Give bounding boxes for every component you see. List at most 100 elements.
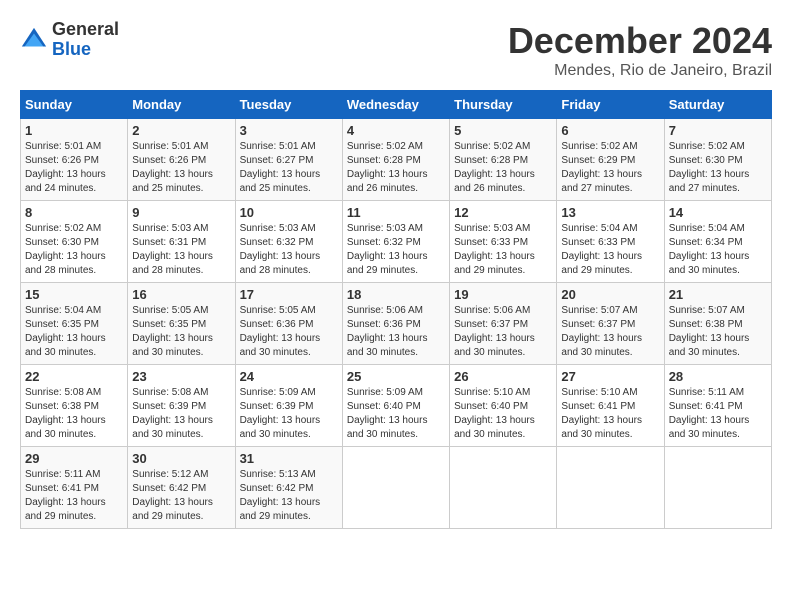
cell-day-number: 19 xyxy=(454,287,552,302)
cell-info: Sunrise: 5:13 AMSunset: 6:42 PMDaylight:… xyxy=(240,468,338,524)
calendar-week-row: 22 Sunrise: 5:08 AMSunset: 6:38 PMDayligh… xyxy=(21,365,772,447)
cell-day-number: 22 xyxy=(25,369,123,384)
calendar-cell: 11 Sunrise: 5:03 AMSunset: 6:32 PMDayligh… xyxy=(342,201,449,283)
calendar-cell: 15 Sunrise: 5:04 AMSunset: 6:35 PMDayligh… xyxy=(21,283,128,365)
calendar-cell: 27 Sunrise: 5:10 AMSunset: 6:41 PMDayligh… xyxy=(557,365,664,447)
calendar-cell: 29 Sunrise: 5:11 AMSunset: 6:41 PMDayligh… xyxy=(21,447,128,529)
cell-info: Sunrise: 5:10 AMSunset: 6:41 PMDaylight:… xyxy=(561,386,659,442)
calendar-cell: 13 Sunrise: 5:04 AMSunset: 6:33 PMDayligh… xyxy=(557,201,664,283)
calendar-week-row: 15 Sunrise: 5:04 AMSunset: 6:35 PMDayligh… xyxy=(21,283,772,365)
calendar-cell: 23Sunrise: 5:08 AMSunset: 6:39 PMDayligh… xyxy=(128,365,235,447)
cell-info: Sunrise: 5:05 AMSunset: 6:36 PMDaylight:… xyxy=(240,304,338,360)
cell-info: Sunrise: 5:09 AMSunset: 6:39 PMDaylight:… xyxy=(240,386,338,442)
cell-day-number: 12 xyxy=(454,205,552,220)
cell-day-number: 31 xyxy=(240,451,338,466)
day-header-tuesday: Tuesday xyxy=(235,91,342,119)
cell-day-number: 2 xyxy=(132,123,230,138)
cell-info: Sunrise: 5:04 AMSunset: 6:34 PMDaylight:… xyxy=(669,222,767,278)
calendar-cell: 14Sunrise: 5:04 AMSunset: 6:34 PMDayligh… xyxy=(664,201,771,283)
title-area: December 2024 Mendes, Rio de Janeiro, Br… xyxy=(508,20,772,80)
cell-info: Sunrise: 5:02 AMSunset: 6:28 PMDaylight:… xyxy=(454,140,552,196)
calendar-cell: 5 Sunrise: 5:02 AMSunset: 6:28 PMDaylight… xyxy=(450,119,557,201)
cell-day-number: 20 xyxy=(561,287,659,302)
logo: General Blue xyxy=(20,20,119,60)
cell-info: Sunrise: 5:01 AMSunset: 6:26 PMDaylight:… xyxy=(132,140,230,196)
calendar-week-row: 29 Sunrise: 5:11 AMSunset: 6:41 PMDayligh… xyxy=(21,447,772,529)
calendar-cell: 10Sunrise: 5:03 AMSunset: 6:32 PMDayligh… xyxy=(235,201,342,283)
calendar-cell: 6Sunrise: 5:02 AMSunset: 6:29 PMDaylight… xyxy=(557,119,664,201)
calendar: SundayMondayTuesdayWednesdayThursdayFrid… xyxy=(20,90,772,529)
cell-info: Sunrise: 5:03 AMSunset: 6:31 PMDaylight:… xyxy=(132,222,230,278)
cell-info: Sunrise: 5:09 AMSunset: 6:40 PMDaylight:… xyxy=(347,386,445,442)
calendar-cell: 4Sunrise: 5:02 AMSunset: 6:28 PMDaylight… xyxy=(342,119,449,201)
calendar-cell: 21Sunrise: 5:07 AMSunset: 6:38 PMDayligh… xyxy=(664,283,771,365)
calendar-week-row: 1 Sunrise: 5:01 AMSunset: 6:26 PMDaylight… xyxy=(21,119,772,201)
cell-info: Sunrise: 5:12 AMSunset: 6:42 PMDaylight:… xyxy=(132,468,230,524)
empty-cell xyxy=(342,447,449,529)
cell-info: Sunrise: 5:02 AMSunset: 6:28 PMDaylight:… xyxy=(347,140,445,196)
cell-info: Sunrise: 5:06 AMSunset: 6:37 PMDaylight:… xyxy=(454,304,552,360)
cell-info: Sunrise: 5:10 AMSunset: 6:40 PMDaylight:… xyxy=(454,386,552,442)
cell-day-number: 8 xyxy=(25,205,123,220)
calendar-cell: 18Sunrise: 5:06 AMSunset: 6:36 PMDayligh… xyxy=(342,283,449,365)
calendar-cell: 9Sunrise: 5:03 AMSunset: 6:31 PMDaylight… xyxy=(128,201,235,283)
cell-day-number: 17 xyxy=(240,287,338,302)
day-header-sunday: Sunday xyxy=(21,91,128,119)
cell-day-number: 30 xyxy=(132,451,230,466)
cell-day-number: 13 xyxy=(561,205,659,220)
calendar-cell: 25Sunrise: 5:09 AMSunset: 6:40 PMDayligh… xyxy=(342,365,449,447)
calendar-cell: 24 Sunrise: 5:09 AMSunset: 6:39 PMDayligh… xyxy=(235,365,342,447)
subtitle: Mendes, Rio de Janeiro, Brazil xyxy=(508,62,772,80)
cell-day-number: 3 xyxy=(240,123,338,138)
cell-day-number: 16 xyxy=(132,287,230,302)
calendar-cell: 30 Sunrise: 5:12 AMSunset: 6:42 PMDayligh… xyxy=(128,447,235,529)
cell-day-number: 7 xyxy=(669,123,767,138)
cell-day-number: 10 xyxy=(240,205,338,220)
calendar-cell: 12 Sunrise: 5:03 AMSunset: 6:33 PMDayligh… xyxy=(450,201,557,283)
calendar-header-row: SundayMondayTuesdayWednesdayThursdayFrid… xyxy=(21,91,772,119)
cell-day-number: 24 xyxy=(240,369,338,384)
logo-text: General Blue xyxy=(52,20,119,60)
logo-icon xyxy=(20,26,48,54)
day-header-friday: Friday xyxy=(557,91,664,119)
cell-day-number: 11 xyxy=(347,205,445,220)
cell-info: Sunrise: 5:04 AMSunset: 6:33 PMDaylight:… xyxy=(561,222,659,278)
calendar-cell: 22 Sunrise: 5:08 AMSunset: 6:38 PMDayligh… xyxy=(21,365,128,447)
day-header-wednesday: Wednesday xyxy=(342,91,449,119)
calendar-cell: 28 Sunrise: 5:11 AMSunset: 6:41 PMDayligh… xyxy=(664,365,771,447)
day-header-monday: Monday xyxy=(128,91,235,119)
cell-info: Sunrise: 5:01 AMSunset: 6:27 PMDaylight:… xyxy=(240,140,338,196)
cell-info: Sunrise: 5:03 AMSunset: 6:32 PMDaylight:… xyxy=(347,222,445,278)
cell-info: Sunrise: 5:11 AMSunset: 6:41 PMDaylight:… xyxy=(25,468,123,524)
cell-day-number: 15 xyxy=(25,287,123,302)
cell-info: Sunrise: 5:08 AMSunset: 6:38 PMDaylight:… xyxy=(25,386,123,442)
cell-day-number: 28 xyxy=(669,369,767,384)
cell-info: Sunrise: 5:07 AMSunset: 6:37 PMDaylight:… xyxy=(561,304,659,360)
calendar-cell: 19 Sunrise: 5:06 AMSunset: 6:37 PMDayligh… xyxy=(450,283,557,365)
calendar-cell: 31 Sunrise: 5:13 AMSunset: 6:42 PMDayligh… xyxy=(235,447,342,529)
calendar-cell: 3 Sunrise: 5:01 AMSunset: 6:27 PMDaylight… xyxy=(235,119,342,201)
calendar-cell: 2 Sunrise: 5:01 AMSunset: 6:26 PMDaylight… xyxy=(128,119,235,201)
cell-day-number: 27 xyxy=(561,369,659,384)
cell-day-number: 26 xyxy=(454,369,552,384)
cell-day-number: 29 xyxy=(25,451,123,466)
calendar-cell: 7 Sunrise: 5:02 AMSunset: 6:30 PMDaylight… xyxy=(664,119,771,201)
cell-info: Sunrise: 5:04 AMSunset: 6:35 PMDaylight:… xyxy=(25,304,123,360)
main-title: December 2024 xyxy=(508,20,772,62)
empty-cell xyxy=(664,447,771,529)
day-header-thursday: Thursday xyxy=(450,91,557,119)
cell-info: Sunrise: 5:03 AMSunset: 6:33 PMDaylight:… xyxy=(454,222,552,278)
header: General Blue December 2024 Mendes, Rio d… xyxy=(20,20,772,80)
cell-day-number: 21 xyxy=(669,287,767,302)
cell-info: Sunrise: 5:02 AMSunset: 6:30 PMDaylight:… xyxy=(25,222,123,278)
cell-day-number: 6 xyxy=(561,123,659,138)
empty-cell xyxy=(450,447,557,529)
cell-day-number: 1 xyxy=(25,123,123,138)
logo-blue-text: Blue xyxy=(52,40,119,60)
cell-info: Sunrise: 5:05 AMSunset: 6:35 PMDaylight:… xyxy=(132,304,230,360)
cell-info: Sunrise: 5:02 AMSunset: 6:30 PMDaylight:… xyxy=(669,140,767,196)
calendar-cell: 20 Sunrise: 5:07 AMSunset: 6:37 PMDayligh… xyxy=(557,283,664,365)
empty-cell xyxy=(557,447,664,529)
cell-day-number: 5 xyxy=(454,123,552,138)
cell-info: Sunrise: 5:11 AMSunset: 6:41 PMDaylight:… xyxy=(669,386,767,442)
